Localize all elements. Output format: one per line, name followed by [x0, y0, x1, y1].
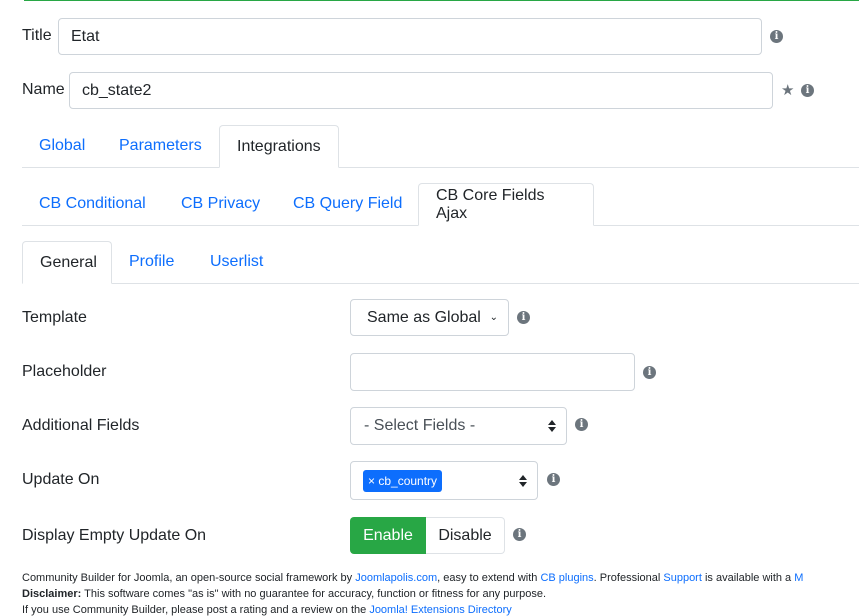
enable-button[interactable]: Enable: [350, 517, 426, 554]
template-label: Template: [22, 309, 87, 326]
placeholder-input[interactable]: [350, 353, 635, 391]
footer-line-3: If you use Community Builder, please pos…: [22, 604, 512, 616]
footer-line-1: Community Builder for Joomla, an open-so…: [22, 572, 803, 584]
tab-general[interactable]: General: [22, 241, 112, 284]
update-on-label: Update On: [22, 471, 100, 488]
sort-arrows-icon: [548, 420, 556, 432]
name-label: Name: [22, 81, 65, 98]
cb-plugins-link[interactable]: CB plugins: [540, 572, 593, 584]
info-icon[interactable]: i: [643, 366, 656, 379]
membership-link[interactable]: M: [794, 572, 803, 584]
tab-integrations[interactable]: Integrations: [219, 125, 339, 168]
info-icon[interactable]: i: [575, 418, 588, 431]
disclaimer-text: This software comes "as is" with no guar…: [81, 588, 547, 600]
disclaimer-label: Disclaimer:: [22, 588, 82, 600]
info-icon[interactable]: i: [513, 528, 526, 541]
info-icon[interactable]: i: [517, 311, 530, 324]
footer-line-2: Disclaimer: This software comes "as is" …: [22, 588, 546, 600]
tab-cb-core-fields-ajax[interactable]: CB Core Fields Ajax: [418, 183, 594, 226]
title-input[interactable]: Etat: [58, 18, 762, 55]
footer-text: is available with a: [701, 572, 795, 584]
name-input[interactable]: cb_state2: [69, 72, 773, 109]
tab-cb-privacy[interactable]: CB Privacy: [164, 183, 277, 225]
footer-text: , easy to extend with: [437, 572, 541, 584]
additional-fields-placeholder: - Select Fields -: [364, 417, 476, 434]
info-icon[interactable]: i: [770, 30, 783, 43]
tab-profile[interactable]: Profile: [112, 241, 191, 283]
footer-text: . Professional: [593, 572, 664, 584]
info-icon[interactable]: i: [547, 473, 560, 486]
template-select-value: Same as Global: [367, 308, 481, 326]
star-icon: ★: [781, 82, 795, 99]
chevron-down-icon: ⌄: [489, 312, 498, 323]
placeholder-label: Placeholder: [22, 363, 107, 380]
sort-arrows-icon: [519, 474, 527, 487]
jed-link[interactable]: Joomla! Extensions Directory: [369, 604, 511, 616]
selected-field-chip[interactable]: × cb_country: [363, 470, 443, 492]
tab-global[interactable]: Global: [22, 125, 102, 167]
info-icon[interactable]: i: [801, 84, 814, 97]
top-accent-line: [24, 0, 859, 1]
display-empty-update-label: Display Empty Update On: [22, 527, 207, 544]
disable-button[interactable]: Disable: [426, 517, 505, 554]
template-select[interactable]: Same as Global ⌄: [350, 299, 509, 336]
tab-cb-query-field[interactable]: CB Query Field: [276, 183, 419, 225]
additional-fields-select[interactable]: - Select Fields -: [350, 407, 567, 445]
tab-cb-conditional[interactable]: CB Conditional: [22, 183, 163, 225]
name-input-value: cb_state2: [82, 81, 152, 99]
tab-userlist[interactable]: Userlist: [193, 241, 280, 283]
support-link[interactable]: Support: [663, 572, 702, 584]
main-tabs-divider: [22, 167, 859, 168]
joomlapolis-link[interactable]: Joomlapolis.com: [355, 572, 437, 584]
additional-fields-label: Additional Fields: [22, 417, 140, 434]
title-label: Title: [22, 27, 52, 44]
sub-tabs-divider: [22, 283, 859, 284]
tab-parameters[interactable]: Parameters: [102, 125, 219, 167]
footer-text: If you use Community Builder, please pos…: [22, 604, 370, 616]
footer-text: Community Builder for Joomla, an open-so…: [22, 572, 356, 584]
title-input-value: Etat: [71, 27, 100, 45]
